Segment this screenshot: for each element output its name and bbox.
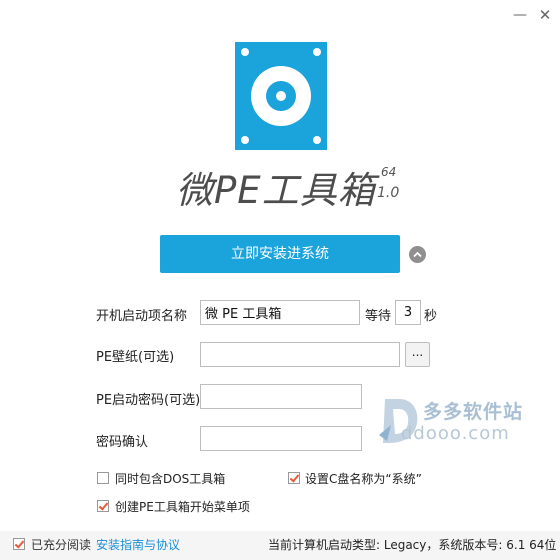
minimize-icon: —	[513, 7, 527, 23]
agreement-link[interactable]: 安装指南与协议	[96, 536, 180, 553]
boot-name-input[interactable]	[200, 300, 360, 325]
install-button[interactable]: 立即安装进系统	[160, 235, 400, 273]
drive-disk-icon	[235, 42, 327, 150]
app-title-text: 微PE工具箱	[176, 169, 376, 212]
include-dos-label: 同时包含DOS工具箱	[115, 472, 226, 486]
password-label: PE启动密码(可选)	[96, 393, 201, 408]
seconds-label: 秒	[424, 309, 438, 324]
wallpaper-label: PE壁纸(可选)	[96, 350, 175, 365]
confirm-password-label: 密码确认	[96, 435, 149, 450]
close-button[interactable]: ✕	[530, 4, 560, 26]
watermark-url: ddooo.com	[401, 423, 510, 444]
wallpaper-input[interactable]	[200, 342, 400, 367]
boot-status-text: 当前计算机启动类型: Legacy，系统版本号: 6.1 64位	[268, 538, 557, 552]
watermark: 多多软件站 ddooo.com	[377, 395, 547, 455]
set-cname-label: 设置C盘名称为“系统”	[305, 472, 422, 486]
create-menu-label: 创建PE工具箱开始菜单项	[115, 500, 250, 514]
expand-options-button[interactable]	[409, 246, 426, 263]
boot-name-label: 开机启动项名称	[96, 309, 188, 324]
close-icon: ✕	[538, 6, 552, 24]
agree-label: 已充分阅读	[31, 538, 92, 552]
app-version: 1.0	[377, 185, 400, 201]
app-logo	[235, 42, 327, 150]
password-input[interactable]	[200, 384, 362, 409]
include-dos-checkbox[interactable]	[97, 472, 109, 484]
agree-checkbox[interactable]	[13, 538, 25, 550]
confirm-password-input[interactable]	[200, 426, 362, 451]
browse-wallpaper-button[interactable]: ...	[405, 342, 430, 367]
watermark-name: 多多软件站	[423, 401, 524, 423]
set-cname-checkbox[interactable]	[288, 472, 300, 484]
create-menu-checkbox[interactable]	[97, 500, 109, 512]
app-title: 微PE工具箱 64 1.0	[176, 160, 406, 212]
app-arch: 64	[381, 165, 397, 179]
wait-seconds-input[interactable]	[395, 300, 421, 325]
wait-label: 等待	[365, 309, 392, 324]
chevron-up-icon	[413, 251, 422, 258]
